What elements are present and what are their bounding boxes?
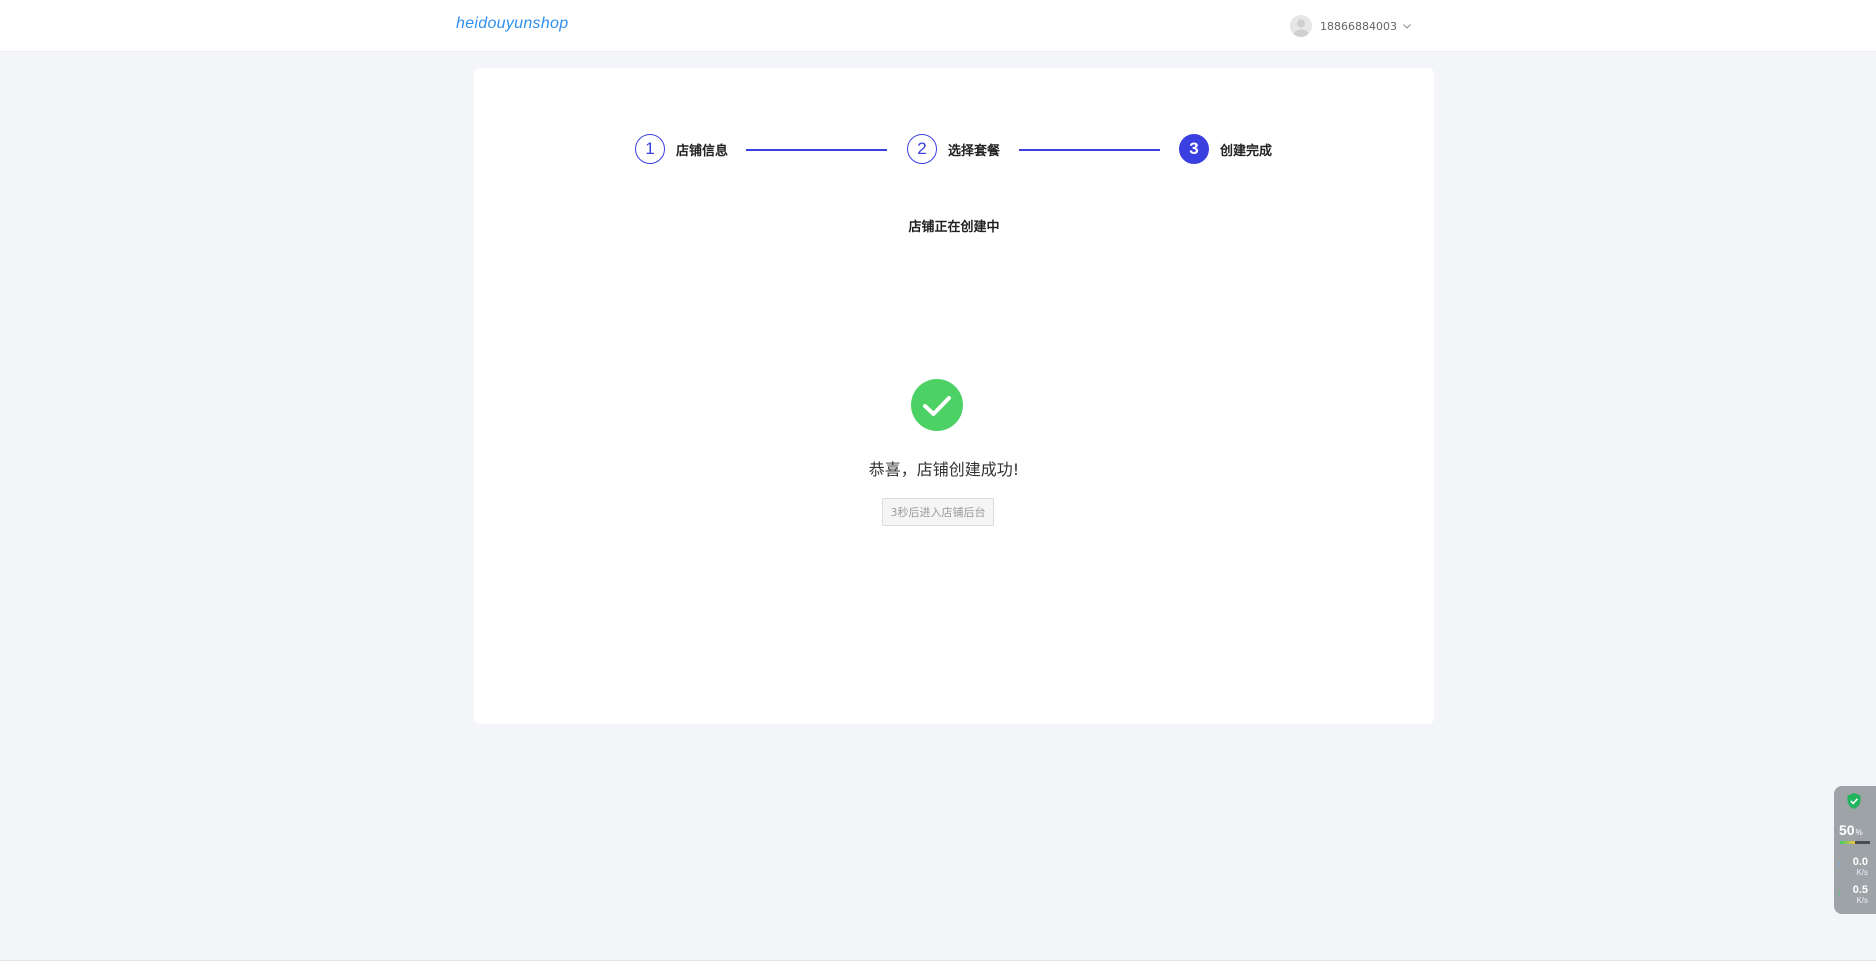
success-message: 恭喜，店铺创建成功!: [868, 460, 1020, 479]
step-number: 2: [907, 134, 937, 164]
step-label: 创建完成: [1220, 143, 1273, 159]
step-connector: [746, 149, 887, 151]
memory-usage-bar: [1840, 841, 1870, 844]
redirect-button[interactable]: 3秒后进入店铺后台: [882, 498, 994, 526]
upload-value: 0.0: [1852, 856, 1868, 868]
avatar-icon: [1290, 15, 1312, 37]
step-connector: [1019, 149, 1160, 151]
user-phone: 18866884003: [1320, 19, 1397, 33]
memory-percent: 50%: [1839, 822, 1863, 838]
memory-percent-unit: %: [1855, 828, 1863, 837]
chevron-down-icon: [1403, 24, 1411, 29]
status-title: 店铺正在创建中: [908, 220, 1000, 235]
download-value: 0.5: [1852, 884, 1868, 896]
upload-arrow-icon: ↑: [1837, 859, 1842, 869]
brand-logo[interactable]: heidouyunshop: [456, 15, 568, 33]
progress-steps: 1 店铺信息 2 选择套餐 3 创建完成: [474, 68, 1434, 188]
create-store-card: 1 店铺信息 2 选择套餐 3 创建完成 店铺正在创建中 恭喜，店铺创建成功! …: [474, 68, 1434, 724]
user-menu[interactable]: 18866884003: [1290, 14, 1412, 38]
check-circle-icon: [911, 379, 963, 431]
step-number: 3: [1179, 134, 1209, 164]
download-unit: K/s: [1856, 896, 1868, 905]
step-number: 1: [635, 134, 665, 164]
step-store-info: 1 店铺信息: [635, 134, 728, 164]
bottom-strip: [0, 960, 1876, 975]
step-label: 选择套餐: [948, 143, 1001, 159]
memory-percent-value: 50: [1839, 822, 1855, 838]
upload-speed: ↑ 0.0 K/s: [1837, 856, 1868, 877]
step-complete: 3 创建完成: [1179, 134, 1272, 164]
step-select-plan: 2 选择套餐: [907, 134, 1000, 164]
shield-check-icon: [1847, 793, 1861, 809]
download-speed: ↓ 0.5 K/s: [1837, 884, 1868, 905]
memory-usage-fill: [1840, 841, 1855, 844]
step-label: 店铺信息: [676, 143, 729, 159]
upload-unit: K/s: [1856, 868, 1868, 877]
download-arrow-icon: ↓: [1837, 887, 1842, 897]
top-header: heidouyunshop 18866884003: [0, 0, 1876, 52]
system-monitor-widget[interactable]: 50% ↑ 0.0 K/s ↓ 0.5 K/s: [1834, 786, 1876, 914]
